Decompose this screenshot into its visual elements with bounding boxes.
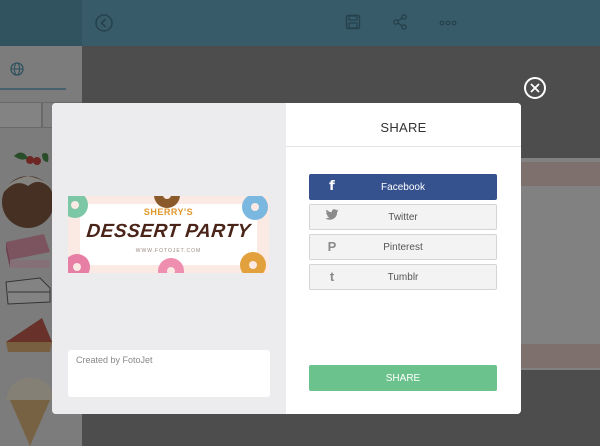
share-modal: SHERRY'S DESSERT PARTY WWW.FOTOJET.COM C… xyxy=(52,103,521,414)
banner-subtitle: SHERRY'S xyxy=(143,207,194,217)
banner-title: DESSERT PARTY xyxy=(85,221,252,242)
tumblr-label: Tumblr xyxy=(387,272,419,283)
banner-url: WWW.FOTOJET.COM xyxy=(135,248,202,254)
design-preview-image: SHERRY'S DESSERT PARTY WWW.FOTOJET.COM xyxy=(68,196,269,273)
caption-textarea[interactable]: Created by FotoJet xyxy=(68,350,270,397)
share-divider xyxy=(286,146,521,147)
tumblr-button[interactable]: t Tumblr xyxy=(309,264,497,290)
caption-text: Created by FotoJet xyxy=(76,355,153,365)
share-button[interactable]: SHARE xyxy=(309,365,497,391)
preview-panel: SHERRY'S DESSERT PARTY WWW.FOTOJET.COM C… xyxy=(52,103,286,414)
donut-decoration xyxy=(240,252,266,273)
pinterest-button[interactable]: P Pinterest xyxy=(309,234,497,260)
twitter-button[interactable]: Twitter xyxy=(309,204,497,230)
share-button-label: SHARE xyxy=(385,373,421,384)
share-title: SHARE xyxy=(380,120,427,135)
facebook-button[interactable]: f Facebook xyxy=(309,174,497,200)
twitter-label: Twitter xyxy=(388,212,418,223)
pinterest-label: Pinterest xyxy=(383,242,423,253)
facebook-label: Facebook xyxy=(381,182,425,193)
close-modal-button[interactable] xyxy=(524,77,546,99)
share-panel: SHARE f Facebook Twitter P Pinterest t T… xyxy=(286,103,521,414)
close-icon xyxy=(530,83,540,93)
